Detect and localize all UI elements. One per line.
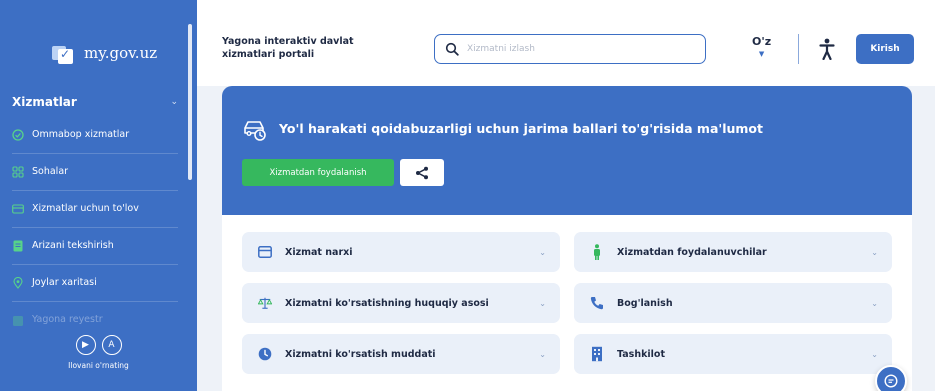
service-banner: Yo'l harakati qoidabuzarligi uchun jarim… (222, 86, 912, 215)
app-install-block: ▶ A Ilovani o'rnating (0, 335, 197, 370)
login-button[interactable]: Kirish (856, 34, 914, 64)
accordion-label: Xizmatdan foydalanuvchilar (617, 246, 767, 258)
accordion-item-contact[interactable]: Bog'lanish ⌄ (574, 283, 892, 323)
wallet-icon (258, 245, 272, 259)
chevron-down-icon: ⌄ (871, 247, 878, 257)
sidebar-item-label: Arizani tekshirish (32, 239, 114, 251)
app-install-label: Ilovani o'rnating (68, 361, 129, 370)
chevron-down-icon: ⌄ (539, 349, 546, 359)
scales-icon (258, 296, 272, 310)
accordion-item-price[interactable]: Xizmat narxi ⌄ (242, 232, 560, 272)
chat-icon (884, 374, 898, 388)
chat-button[interactable] (875, 365, 907, 391)
sidebar-item-label: Ommabop xizmatlar (32, 128, 130, 140)
service-card: Yo'l harakati qoidabuzarligi uchun jarim… (222, 86, 912, 391)
use-service-button[interactable]: Xizmatdan foydalanish (242, 159, 394, 186)
sidebar: ✓ my.gov.uz Xizmatlar ⌄ Ommabop xizmatla… (0, 0, 197, 391)
service-title: Yo'l harakati qoidabuzarligi uchun jarim… (279, 121, 763, 136)
share-icon (416, 166, 428, 179)
language-selector[interactable]: O'z ▼ (752, 35, 771, 58)
chevron-down-icon: ⌄ (539, 298, 546, 308)
sidebar-item-check-application[interactable]: Arizani tekshirish (12, 228, 178, 265)
clock-icon (258, 347, 272, 361)
sidebar-section-services[interactable]: Xizmatlar ⌄ (12, 95, 178, 109)
sidebar-item-label: Yagona reyestr (32, 314, 103, 326)
building-icon (590, 346, 604, 362)
top-header: Yagona interaktiv davlat xizmatlari port… (197, 0, 935, 86)
document-icon (12, 240, 24, 252)
caret-down-icon: ▼ (758, 50, 765, 58)
accordion-item-legal-basis[interactable]: Xizmatni ko'rsatishning huquqiy asosi ⌄ (242, 283, 560, 323)
portal-title: Yagona interaktiv davlat xizmatlari port… (222, 36, 354, 60)
chevron-down-icon: ⌄ (871, 349, 878, 359)
accordion-label: Tashkilot (617, 348, 665, 360)
chevron-down-icon: ⌄ (539, 247, 546, 257)
registry-icon (12, 315, 24, 327)
accordion-item-duration[interactable]: Xizmatni ko'rsatish muddati ⌄ (242, 334, 560, 374)
logo-icon: ✓ (52, 42, 74, 64)
payment-card-icon (12, 203, 24, 215)
person-icon (590, 244, 604, 260)
logo-text: my.gov.uz (84, 44, 158, 62)
phone-icon (590, 296, 604, 310)
share-button[interactable] (400, 159, 444, 186)
sidebar-item-payment[interactable]: Xizmatlar uchun to'lov (12, 191, 178, 228)
sidebar-item-label: Xizmatlar uchun to'lov (32, 202, 139, 214)
sidebar-item-popular[interactable]: Ommabop xizmatlar (12, 117, 178, 154)
sidebar-scrollbar[interactable] (188, 24, 192, 180)
sidebar-item-registry[interactable]: Yagona reyestr (12, 302, 178, 339)
car-service-icon (244, 121, 266, 141)
header-divider (798, 34, 799, 64)
accordion-item-organization[interactable]: Tashkilot ⌄ (574, 334, 892, 374)
accordion-label: Xizmat narxi (285, 246, 353, 258)
google-play-icon[interactable]: ▶ (75, 335, 96, 355)
language-label: O'z (752, 35, 772, 48)
logo[interactable]: ✓ my.gov.uz (52, 42, 157, 64)
sidebar-menu: Ommabop xizmatlar Sohalar Xizmatlar uchu… (12, 117, 178, 339)
map-pin-icon (12, 277, 24, 289)
sidebar-item-label: Joylar xaritasi (32, 276, 97, 288)
sidebar-item-sectors[interactable]: Sohalar (12, 154, 178, 191)
grid-icon (12, 166, 24, 178)
accordion-item-users[interactable]: Xizmatdan foydalanuvchilar ⌄ (574, 232, 892, 272)
search-icon (445, 42, 459, 56)
check-circle-icon (12, 129, 24, 141)
sidebar-item-map[interactable]: Joylar xaritasi (12, 265, 178, 302)
accessibility-icon[interactable] (819, 38, 835, 60)
accordion-label: Bog'lanish (617, 297, 673, 309)
chevron-down-icon: ⌄ (871, 298, 878, 308)
accordion-label: Xizmatni ko'rsatishning huquqiy asosi (285, 297, 489, 309)
accordion-label: Xizmatni ko'rsatish muddati (285, 348, 436, 360)
search-input[interactable] (467, 44, 687, 54)
service-info-accordion: Xizmat narxi ⌄ Xizmatdan foydalanuvchila… (242, 232, 892, 374)
sidebar-section-title: Xizmatlar (12, 95, 77, 109)
chevron-down-icon: ⌄ (170, 97, 178, 107)
sidebar-item-label: Sohalar (32, 165, 69, 177)
search-box[interactable] (434, 34, 706, 64)
app-store-icon[interactable]: A (101, 335, 122, 355)
